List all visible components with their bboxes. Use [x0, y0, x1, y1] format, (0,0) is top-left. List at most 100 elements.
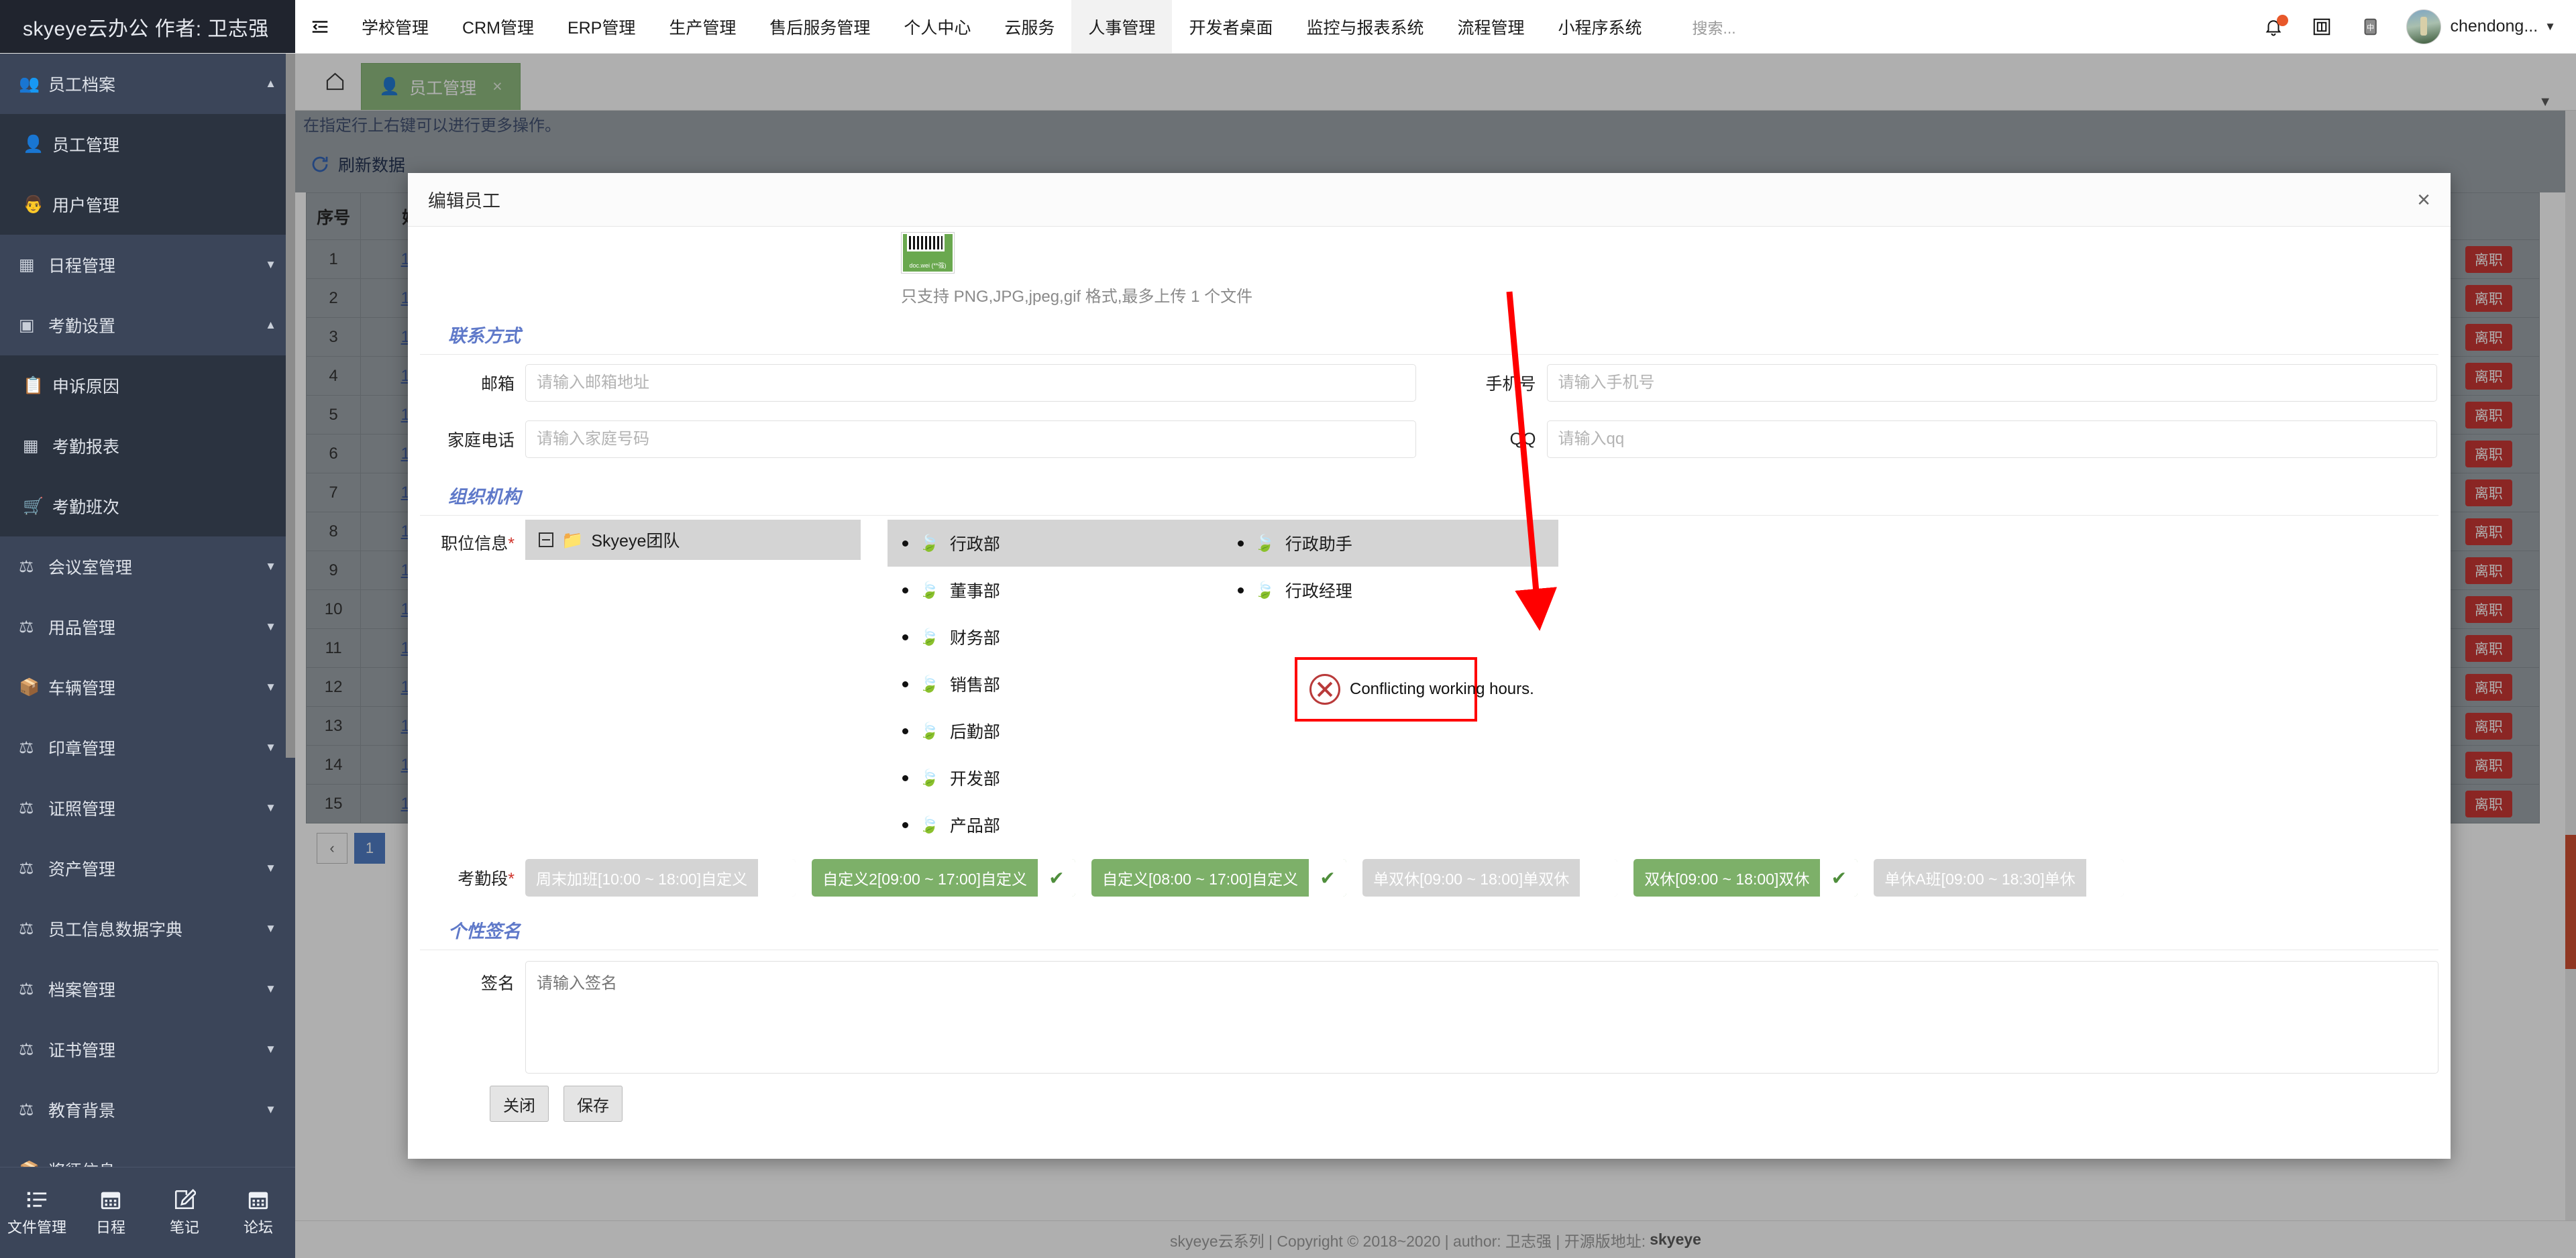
- email-field[interactable]: [525, 364, 1416, 402]
- nav-item-9[interactable]: 监控与报表系统: [1289, 0, 1440, 53]
- attendance-shift-checkbox[interactable]: ✔: [1038, 859, 1076, 897]
- department-item[interactable]: 🍃 开发部: [888, 754, 1223, 801]
- avatar[interactable]: [2406, 9, 2441, 44]
- sidebar-group-supplies[interactable]: ⚖ 用品管理 ▼: [0, 597, 295, 657]
- attendance-shift-option[interactable]: 双休[09:00 ~ 18:00]双休 ✔: [1633, 859, 1858, 897]
- department-item[interactable]: 🍃 行政部: [888, 520, 1223, 567]
- sidebar-group-label: 日程管理: [48, 257, 116, 276]
- nav-item-7-active[interactable]: 人事管理: [1071, 0, 1173, 53]
- chevron-down-icon: ▼: [265, 681, 276, 693]
- qrcode-icon[interactable]: [2298, 0, 2346, 54]
- dock-item-label: 文件管理: [7, 1219, 66, 1236]
- ime-icon[interactable]: 中: [2346, 0, 2394, 54]
- user-name[interactable]: chendong...: [2451, 17, 2538, 36]
- sidebar-group-label: 资产管理: [48, 860, 116, 879]
- position-label: 行政经理: [1285, 582, 1352, 601]
- attendance-shift-option-label: 自定义[08:00 ~ 17:00]自定义: [1102, 870, 1299, 888]
- sidebar-scrollbar[interactable]: [286, 54, 295, 758]
- search-input[interactable]: 搜索...: [1693, 0, 1736, 53]
- position-item[interactable]: 🍃 行政经理: [1223, 567, 1558, 614]
- nav-item-6[interactable]: 云服务: [987, 0, 1071, 53]
- sidebar-group-schedule[interactable]: ▦ 日程管理 ▼: [0, 235, 295, 295]
- nav-item-10[interactable]: 流程管理: [1440, 0, 1541, 53]
- department-label: 销售部: [949, 676, 1000, 695]
- bell-icon[interactable]: [2249, 0, 2298, 54]
- dock-item-forum[interactable]: 论坛: [225, 1188, 292, 1237]
- sidebar-group-label: 车辆管理: [48, 679, 116, 698]
- sidebar-item-attendance-shift[interactable]: 🛒 考勤班次: [0, 476, 295, 536]
- department-item[interactable]: 🍃 产品部: [888, 801, 1223, 848]
- nav-item-3[interactable]: 生产管理: [652, 0, 753, 53]
- position-item[interactable]: 🍃 行政助手: [1223, 520, 1558, 567]
- dock-item-schedule[interactable]: 日程: [77, 1188, 144, 1237]
- nav-item-1[interactable]: CRM管理: [445, 0, 551, 53]
- sidebar-group-employee-dict[interactable]: ⚖ 员工信息数据字典 ▼: [0, 899, 295, 959]
- chevron-down-icon: ▼: [265, 982, 276, 995]
- sidebar-toggle-icon[interactable]: [295, 0, 345, 53]
- sidebar-group-vehicle[interactable]: 📦 车辆管理 ▼: [0, 657, 295, 718]
- sidebar-item-attendance-report[interactable]: ▦ 考勤报表: [0, 416, 295, 476]
- sidebar-group-education[interactable]: ⚖ 教育背景 ▼: [0, 1080, 295, 1140]
- attendance-shift-option[interactable]: 自定义2[09:00 ~ 17:00]自定义 ✔: [812, 859, 1076, 897]
- leaf-icon: 🍃: [1254, 534, 1275, 553]
- sidebar-group-seal[interactable]: ⚖ 印章管理 ▼: [0, 718, 295, 778]
- sidebar-group-label: 员工信息数据字典: [48, 921, 183, 939]
- section-org-title: 组织机构: [448, 487, 521, 507]
- sidebar-group-certificate[interactable]: ⚖ 证书管理 ▼: [0, 1019, 295, 1080]
- attendance-shift-option[interactable]: 自定义[08:00 ~ 17:00]自定义 ✔: [1091, 859, 1347, 897]
- nav-item-11[interactable]: 小程序系统: [1541, 0, 1658, 53]
- attendance-shift-option[interactable]: 单双休[09:00 ~ 18:00]单双休: [1362, 859, 1618, 897]
- sidebar-group-license[interactable]: ⚖ 证照管理 ▼: [0, 778, 295, 838]
- attendance-shift-checkbox[interactable]: [1580, 859, 1618, 897]
- department-item[interactable]: 🍃 销售部: [888, 661, 1223, 707]
- qq-label: QQ: [1509, 429, 1536, 449]
- uploaded-file-thumbnail[interactable]: doc.wei (**强): [901, 232, 955, 274]
- sidebar-item-label: 考勤班次: [52, 498, 120, 517]
- sidebar-dock: 文件管理 日程 笔记 论坛: [0, 1167, 295, 1258]
- department-item[interactable]: 🍃 董事部: [888, 567, 1223, 614]
- sidebar-item-employee-management[interactable]: 👤 员工管理: [0, 114, 295, 174]
- mobile-field[interactable]: [1546, 364, 2437, 402]
- attendance-shift-checkbox[interactable]: [2086, 859, 2124, 897]
- dock-item-notes[interactable]: 笔记: [151, 1188, 218, 1237]
- modal-header: 编辑员工 ×: [408, 173, 2451, 227]
- mobile-label: 手机号: [1485, 375, 1536, 394]
- nav-item-5[interactable]: 个人中心: [887, 0, 987, 53]
- department-item[interactable]: 🍃 后勤部: [888, 707, 1223, 754]
- attendance-shift-option[interactable]: 单休A班[09:00 ~ 18:30]单休: [1874, 859, 2124, 897]
- nav-item-0[interactable]: 学校管理: [345, 0, 445, 53]
- close-button[interactable]: 关闭: [490, 1086, 549, 1122]
- notification-dot: [2276, 14, 2288, 26]
- org-tree-root[interactable]: 📁 Skyeye团队: [525, 520, 861, 560]
- nav-item-8[interactable]: 开发者桌面: [1172, 0, 1289, 53]
- chevron-down-icon[interactable]: ▼: [2544, 20, 2556, 34]
- dock-item-file-management[interactable]: 文件管理: [3, 1188, 70, 1237]
- attendance-shift-checkbox[interactable]: ✔: [1309, 859, 1347, 897]
- sidebar-group-archive[interactable]: ⚖ 档案管理 ▼: [0, 959, 295, 1019]
- signature-label: 签名: [480, 974, 515, 993]
- chevron-down-icon: ▼: [265, 1103, 276, 1116]
- sidebar-item-appeal-reason[interactable]: 📋 申诉原因: [0, 355, 295, 416]
- avatar-upload-area[interactable]: doc.wei (**强): [408, 227, 2451, 274]
- signature-field[interactable]: [525, 961, 2438, 1074]
- nav-item-2[interactable]: ERP管理: [551, 0, 652, 53]
- sidebar-group-attendance-settings[interactable]: ▣ 考勤设置 ▲: [0, 295, 295, 355]
- sidebar-group-meeting-room[interactable]: ⚖ 会议室管理 ▼: [0, 536, 295, 597]
- sidebar-group-label: 证书管理: [48, 1041, 116, 1060]
- attendance-shift-checkbox[interactable]: [758, 859, 796, 897]
- nav-item-4[interactable]: 售后服务管理: [753, 0, 887, 53]
- attendance-shift-checkbox[interactable]: ✔: [1820, 859, 1858, 897]
- collapse-minus-icon[interactable]: [539, 532, 553, 547]
- sidebar-group-asset[interactable]: ⚖ 资产管理 ▼: [0, 838, 295, 899]
- position-label: 行政助手: [1285, 535, 1352, 554]
- department-item[interactable]: 🍃 财务部: [888, 614, 1223, 661]
- close-icon[interactable]: ×: [2417, 188, 2430, 211]
- home-phone-field[interactable]: [525, 420, 1416, 458]
- top-right-zone: 中 chendong... ▼: [2249, 0, 2576, 53]
- save-button[interactable]: 保存: [564, 1086, 623, 1122]
- sidebar-item-user-management[interactable]: 👨 用户管理: [0, 174, 295, 235]
- attendance-shift-option[interactable]: 周末加班[10:00 ~ 18:00]自定义: [525, 859, 796, 897]
- qq-field[interactable]: [1546, 420, 2437, 458]
- sidebar-group-employee-archive[interactable]: 👥 员工档案 ▲: [0, 54, 295, 114]
- scale-icon: ⚖: [19, 799, 34, 817]
